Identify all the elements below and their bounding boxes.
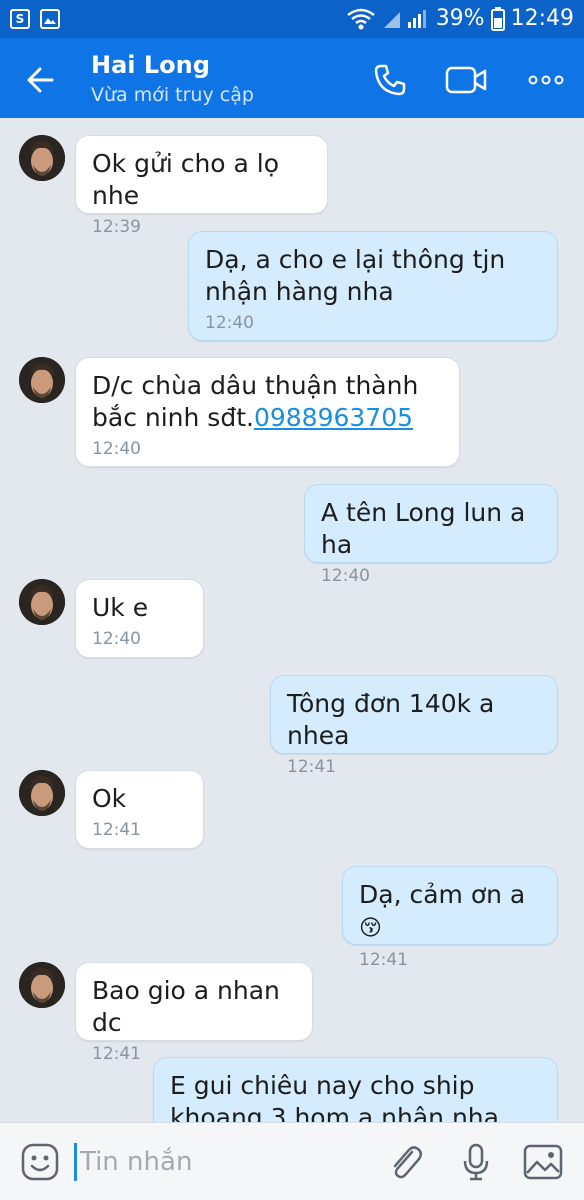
phone-number-link[interactable]: 0988963705 [254, 403, 413, 432]
message-bubble-outgoing[interactable]: E gui chiêu nay cho ship khoang 3 hom a … [153, 1057, 558, 1122]
attach-button[interactable] [384, 1140, 428, 1184]
message-time: 12:40 [92, 439, 141, 459]
message-text: Tông đơn 140k a nhea [287, 689, 495, 750]
message-time: 12:40 [321, 566, 370, 586]
battery-icon [490, 6, 505, 31]
message-time: 12:41 [287, 757, 336, 777]
image-icon [523, 1144, 563, 1180]
message-bubble-incoming[interactable]: Ok 12:41 [75, 770, 204, 849]
contact-avatar[interactable] [19, 135, 65, 181]
message-time: 12:40 [92, 629, 141, 649]
message-text: Bao gio a nhan dc [92, 976, 280, 1037]
more-dots-icon [528, 75, 564, 85]
message-text: Dạ, a cho e lại thông tjn nhận hàng nha [205, 245, 506, 306]
microphone-icon [463, 1143, 489, 1181]
message-bubble-incoming[interactable]: D/c chùa dâu thuận thành bắc ninh sđt.09… [75, 357, 460, 467]
message-list[interactable]: Ok gửi cho a lọ nhe 12:39 Dạ, a cho e lạ… [0, 118, 584, 1122]
blush-emoji-icon: 😚 [359, 916, 382, 941]
back-button[interactable] [22, 60, 62, 100]
message-text: Ok gửi cho a lọ nhe [92, 149, 280, 210]
contact-name[interactable]: Hai Long [91, 51, 210, 79]
message-text: Ok [92, 784, 127, 813]
battery-percent: 39% [435, 6, 485, 31]
smiley-icon [21, 1143, 59, 1181]
message-input[interactable]: Tin nhắn [80, 1147, 192, 1177]
signal-icon [382, 8, 430, 30]
status-bar: S 39% 12:49 [0, 0, 584, 38]
photo-button[interactable] [521, 1140, 565, 1184]
contact-avatar[interactable] [19, 579, 65, 625]
clock: 12:49 [510, 6, 574, 31]
gallery-notification-icon [40, 9, 60, 29]
contact-avatar[interactable] [19, 357, 65, 403]
message-bubble-incoming[interactable]: Ok gửi cho a lọ nhe 12:39 [75, 135, 328, 237]
voice-call-button[interactable] [368, 58, 412, 102]
message-time: 12:40 [205, 313, 254, 333]
message-text: Dạ, cảm ơn a [359, 880, 526, 909]
message-text: Uk e [92, 593, 149, 622]
wifi-icon [346, 7, 376, 31]
message-text: E gui chiêu nay cho ship khoang 3 hom a … [170, 1071, 499, 1122]
voice-record-button[interactable] [454, 1140, 498, 1184]
contact-status: Vừa mới truy cập [91, 84, 254, 106]
message-bubble-outgoing[interactable]: Dạ, cảm ơn a 😚 12:41 [342, 866, 558, 970]
message-bubble-incoming[interactable]: Uk e 12:40 [75, 579, 204, 658]
arrow-left-icon [27, 67, 54, 93]
phone-icon [374, 64, 406, 96]
video-call-button[interactable] [444, 58, 488, 102]
contact-avatar[interactable] [19, 962, 65, 1008]
text-caret [74, 1143, 77, 1181]
contact-avatar[interactable] [19, 770, 65, 816]
message-bubble-outgoing[interactable]: Tông đơn 140k a nhea 12:41 [270, 675, 558, 777]
more-options-button[interactable] [524, 58, 568, 102]
paperclip-icon [393, 1146, 422, 1179]
sticker-button[interactable] [18, 1140, 62, 1184]
message-bubble-incoming[interactable]: Bao gio a nhan dc 12:41 [75, 962, 313, 1064]
message-time: 12:41 [359, 950, 408, 970]
chat-header: Hai Long Vừa mới truy cập [0, 38, 584, 118]
message-composer: Tin nhắn [0, 1122, 584, 1200]
video-camera-icon [445, 66, 487, 94]
message-bubble-outgoing[interactable]: A tên Long lun a ha 12:40 [304, 484, 558, 586]
message-time: 12:41 [92, 820, 141, 840]
message-text: A tên Long lun a ha [321, 498, 526, 559]
message-bubble-outgoing[interactable]: Dạ, a cho e lại thông tjn nhận hàng nha … [188, 231, 558, 341]
app-notification-icon: S [10, 9, 30, 29]
